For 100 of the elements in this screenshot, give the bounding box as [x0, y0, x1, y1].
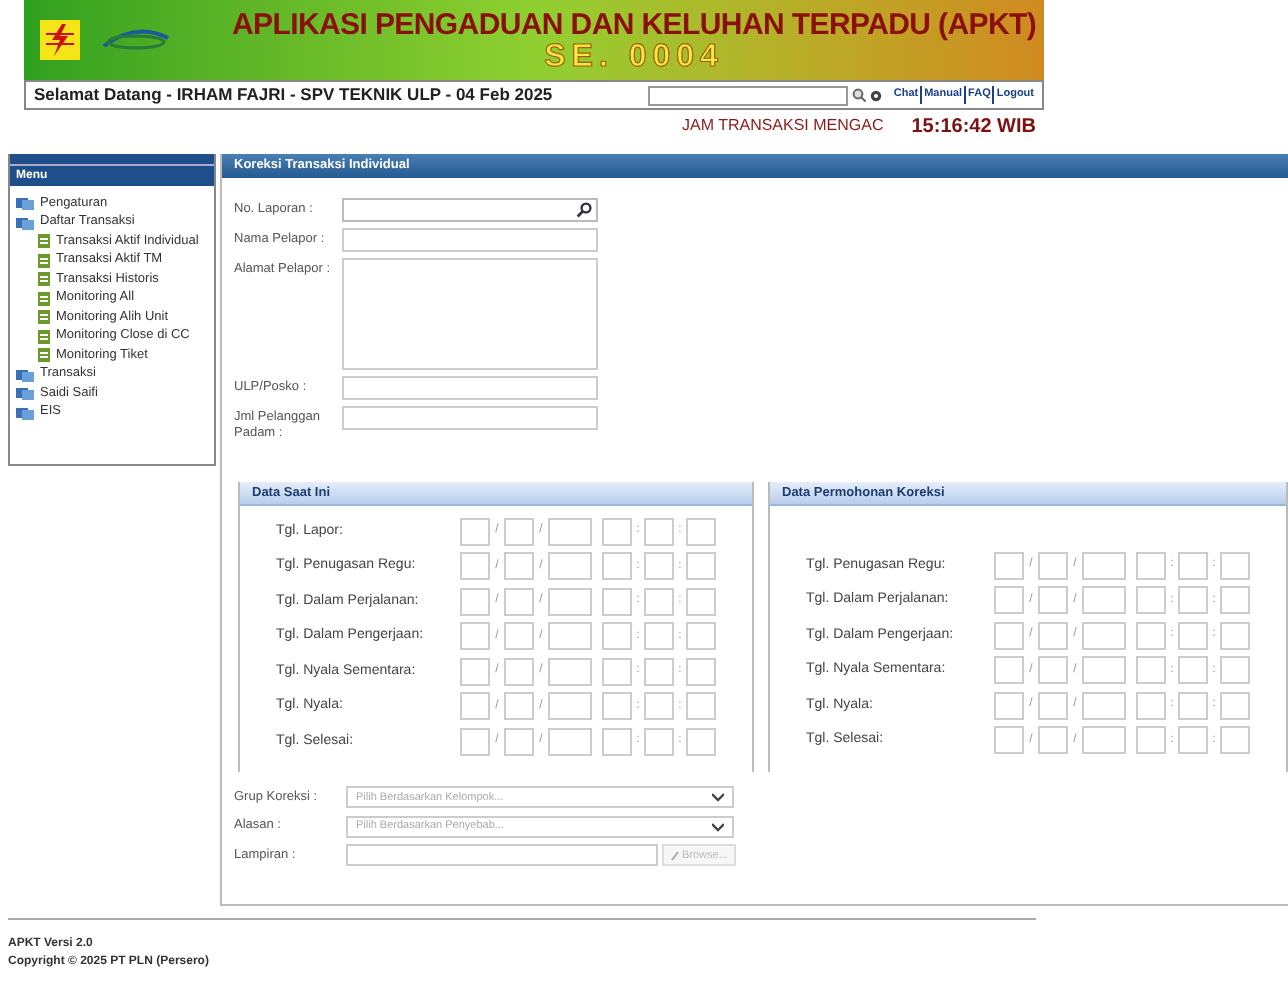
date-input[interactable] [460, 622, 490, 651]
date-input[interactable] [504, 552, 534, 581]
date-input[interactable] [548, 692, 592, 721]
document-icon [38, 253, 50, 268]
date-input[interactable] [1136, 656, 1166, 685]
date-input[interactable] [686, 692, 716, 721]
date-input[interactable] [1038, 586, 1068, 615]
date-input[interactable] [1136, 691, 1166, 720]
document-icon [38, 291, 50, 306]
date-input[interactable] [548, 727, 592, 756]
date-input[interactable] [1178, 586, 1208, 615]
swoosh-logo-icon [100, 26, 172, 54]
date-input[interactable] [1082, 726, 1126, 755]
date-input[interactable] [1082, 691, 1126, 720]
date-input[interactable] [994, 551, 1024, 580]
date-input[interactable] [644, 517, 674, 546]
date-input[interactable] [548, 517, 592, 546]
date-input[interactable] [994, 621, 1024, 650]
date-input[interactable] [602, 517, 632, 546]
date-input[interactable] [1038, 551, 1068, 580]
date-input[interactable] [1178, 726, 1208, 755]
date-input[interactable] [1082, 551, 1126, 580]
date-input[interactable] [504, 622, 534, 651]
date-input[interactable] [644, 727, 674, 756]
date-input[interactable] [686, 727, 716, 756]
date-input[interactable] [504, 517, 534, 546]
banner-title: APLIKASI PENGADUAN DAN KELUHAN TERPADU (APKT) [232, 7, 1037, 41]
date-input[interactable] [1220, 656, 1250, 685]
clock-label: JAM TRANSAKSI MENGAC [681, 114, 884, 138]
date-input[interactable] [460, 692, 490, 721]
date-input[interactable] [1220, 726, 1250, 755]
date-input[interactable] [1178, 551, 1208, 580]
date-input[interactable] [994, 656, 1024, 685]
date-input[interactable] [602, 692, 632, 721]
date-input[interactable] [686, 587, 716, 616]
date-input[interactable] [1082, 621, 1126, 650]
date-input[interactable] [548, 622, 592, 651]
welcome-text: Selamat Datang - IRHAM FAJRI - SPV TEKNIK ULP - 04 Feb 2025 [34, 82, 553, 108]
date-input[interactable] [686, 622, 716, 651]
date-input[interactable] [460, 517, 490, 546]
date-input[interactable] [1220, 551, 1250, 580]
search-field[interactable] [647, 85, 848, 105]
date-input[interactable] [1082, 586, 1126, 615]
date-input[interactable] [1082, 656, 1126, 685]
date-input[interactable] [548, 587, 592, 616]
date-input[interactable] [548, 657, 592, 686]
date-input[interactable] [602, 657, 632, 686]
date-input[interactable] [1038, 691, 1068, 720]
date-input[interactable] [644, 587, 674, 616]
date-input[interactable] [602, 727, 632, 756]
document-icon [38, 348, 50, 363]
date-input[interactable] [994, 691, 1024, 720]
date-input[interactable] [1178, 656, 1208, 685]
date-input[interactable] [504, 727, 534, 756]
date-input[interactable] [994, 586, 1024, 615]
file-path-field[interactable] [346, 844, 658, 867]
date-input[interactable] [1038, 726, 1068, 755]
search-icon [576, 202, 592, 218]
document-icon [38, 329, 50, 344]
date-input[interactable] [504, 657, 534, 686]
date-input[interactable] [1136, 621, 1166, 650]
date-input[interactable] [1220, 691, 1250, 720]
text-area[interactable] [342, 258, 598, 370]
document-icon [38, 310, 50, 325]
date-input[interactable] [1178, 691, 1208, 720]
date-input[interactable] [1220, 586, 1250, 615]
input-field[interactable] [342, 228, 598, 252]
date-input[interactable] [1136, 586, 1166, 615]
date-input[interactable] [460, 587, 490, 616]
gear-icon[interactable] [869, 89, 882, 101]
date-input[interactable] [686, 552, 716, 581]
date-input[interactable] [644, 657, 674, 686]
date-input[interactable] [460, 552, 490, 581]
date-input[interactable] [1136, 726, 1166, 755]
search-field[interactable] [342, 198, 598, 222]
banner-subtitle: SE. 0004 [544, 41, 724, 73]
date-input[interactable] [460, 657, 490, 686]
date-input[interactable] [602, 552, 632, 581]
date-input[interactable] [504, 692, 534, 721]
date-input[interactable] [460, 727, 490, 756]
date-input[interactable] [1178, 621, 1208, 650]
input-field[interactable] [342, 376, 598, 400]
date-input[interactable] [602, 587, 632, 616]
date-input[interactable] [1038, 621, 1068, 650]
document-icon [38, 272, 50, 287]
search-icon[interactable] [851, 88, 866, 102]
date-input[interactable] [644, 622, 674, 651]
date-input[interactable] [686, 517, 716, 546]
date-input[interactable] [1220, 621, 1250, 650]
date-input[interactable] [548, 552, 592, 581]
input-field[interactable] [342, 406, 598, 430]
date-input[interactable] [504, 587, 534, 616]
date-input[interactable] [994, 726, 1024, 755]
date-input[interactable] [644, 692, 674, 721]
date-input[interactable] [644, 552, 674, 581]
date-input[interactable] [602, 622, 632, 651]
clock-time: 15:16:42 WIB [911, 113, 1036, 141]
date-input[interactable] [686, 657, 716, 686]
date-input[interactable] [1038, 656, 1068, 685]
date-input[interactable] [1136, 551, 1166, 580]
